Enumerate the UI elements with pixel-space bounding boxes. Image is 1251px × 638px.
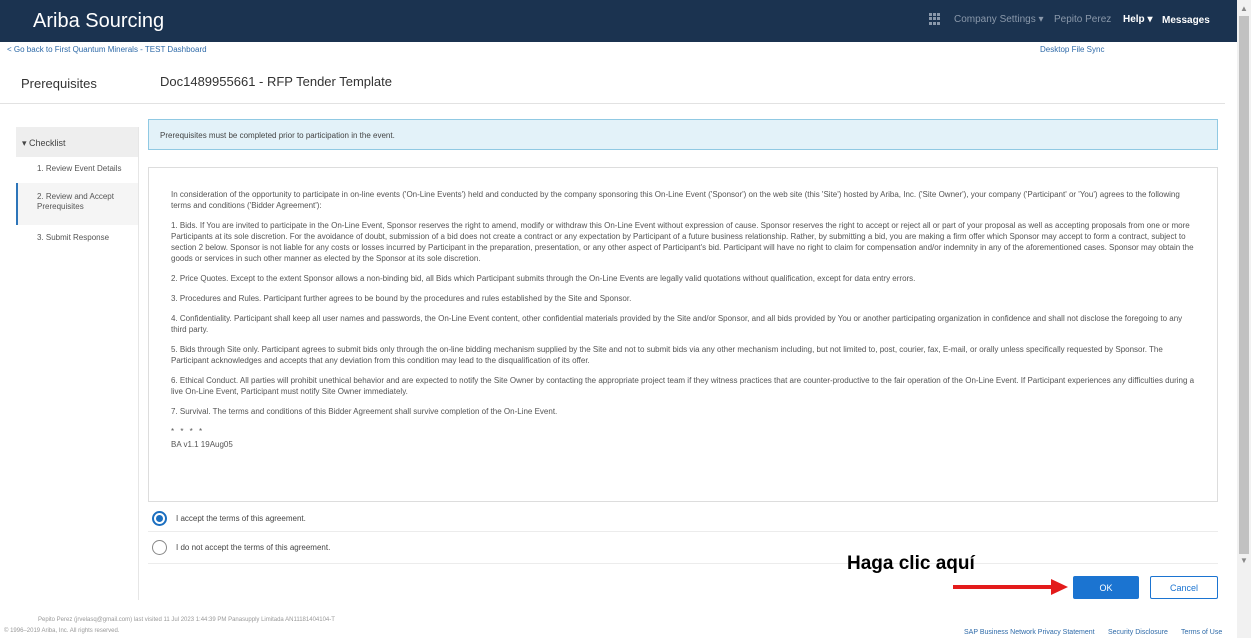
terms-paragraph: 6. Ethical Conduct. All parties will pro…	[171, 376, 1195, 396]
terms-separator: * * * *	[171, 427, 205, 436]
page-title: Doc1489955661 - RFP Tender Template	[160, 74, 392, 89]
ok-button[interactable]: OK	[1073, 576, 1139, 599]
divider	[148, 563, 1218, 564]
terms-intro: In consideration of the opportunity to p…	[171, 190, 1180, 210]
user-menu[interactable]: Pepito Perez	[1054, 14, 1111, 25]
decline-terms-option[interactable]: I do not accept the terms of this agreem…	[152, 540, 330, 555]
checklist-sidebar: ▾ Checklist 1. Review Event Details 2. R…	[16, 127, 139, 600]
privacy-statement-link[interactable]: SAP Business Network Privacy Statement	[964, 629, 1095, 636]
top-navigation-bar: Ariba Sourcing Company Settings ▾ Pepito…	[0, 0, 1237, 42]
messages-link[interactable]: Messages	[1162, 15, 1210, 26]
scroll-up-arrow-icon[interactable]: ▲	[1240, 4, 1248, 13]
divider	[0, 103, 1225, 104]
terms-paragraph: 2. Price Quotes. Except to the extent Sp…	[171, 274, 916, 283]
terms-version: BA v1.1 19Aug05	[171, 440, 233, 449]
page-scrollbar[interactable]: ▲ ▼	[1237, 0, 1251, 638]
sidebar-item-review-event-details[interactable]: 1. Review Event Details	[16, 164, 138, 174]
terms-agreement-box: In consideration of the opportunity to p…	[148, 167, 1218, 502]
section-title: Prerequisites	[21, 76, 97, 91]
app-grid-icon[interactable]	[929, 13, 941, 25]
app-title[interactable]: Ariba Sourcing	[33, 10, 164, 33]
sidebar-item-review-accept-prerequisites[interactable]: 2. Review and Accept Prerequisites	[16, 183, 138, 225]
accept-terms-radio[interactable]	[152, 511, 167, 526]
checklist-toggle[interactable]: ▾ Checklist	[16, 127, 138, 157]
red-arrow-icon	[953, 579, 1068, 595]
terms-paragraph: 5. Bids through Site only. Participant a…	[171, 345, 1163, 365]
terms-paragraph: 3. Procedures and Rules. Participant fur…	[171, 294, 632, 303]
accept-terms-option[interactable]: I accept the terms of this agreement.	[152, 511, 306, 526]
terms-of-use-link[interactable]: Terms of Use	[1181, 629, 1222, 636]
divider	[148, 531, 1218, 532]
back-to-dashboard-link[interactable]: < Go back to First Quantum Minerals - TE…	[7, 45, 207, 54]
terms-paragraph: 7. Survival. The terms and conditions of…	[171, 407, 558, 416]
cancel-button[interactable]: Cancel	[1150, 576, 1218, 599]
terms-paragraph: 1. Bids. If You are invited to participa…	[171, 221, 1194, 263]
accept-terms-label[interactable]: I accept the terms of this agreement.	[176, 514, 306, 523]
security-disclosure-link[interactable]: Security Disclosure	[1108, 629, 1168, 636]
terms-paragraph: 4. Confidentiality. Participant shall ke…	[171, 314, 1183, 334]
decline-terms-radio[interactable]	[152, 540, 167, 555]
footer-copyright: © 1996–2019 Ariba, Inc. All rights reser…	[4, 628, 120, 634]
sidebar-item-submit-response[interactable]: 3. Submit Response	[16, 233, 138, 243]
desktop-file-sync-link[interactable]: Desktop File Sync	[1040, 45, 1104, 54]
footer-user-info: Pepito Perez (jrvelasq@gmail.com) last v…	[38, 617, 335, 623]
scrollbar-thumb[interactable]	[1239, 16, 1249, 554]
scroll-down-arrow-icon[interactable]: ▼	[1240, 556, 1248, 565]
info-banner: Prerequisites must be completed prior to…	[148, 119, 1218, 150]
decline-terms-label[interactable]: I do not accept the terms of this agreem…	[176, 543, 330, 552]
click-here-callout: Haga clic aquí	[847, 553, 975, 574]
help-menu[interactable]: Help ▾	[1123, 14, 1152, 25]
company-settings-menu[interactable]: Company Settings ▾	[954, 14, 1044, 25]
